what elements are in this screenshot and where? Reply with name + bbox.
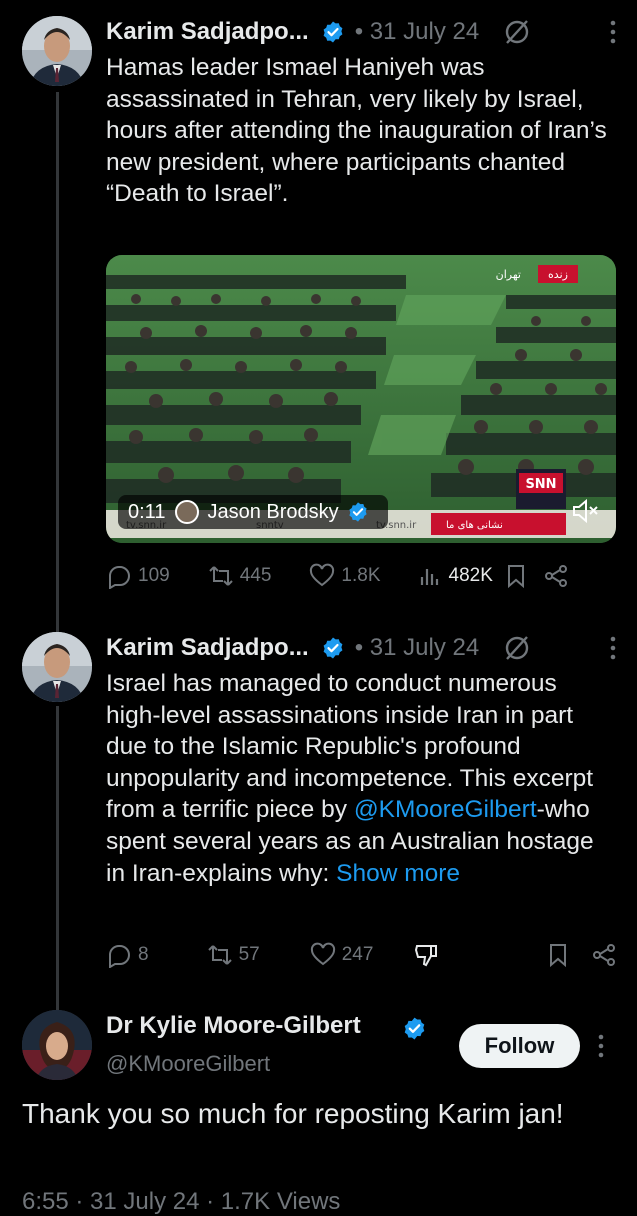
attribution-name[interactable]: Jason Brodsky (207, 501, 338, 524)
like-button[interactable]: 1.8K (309, 563, 381, 589)
repost-icon (207, 945, 232, 965)
reply-icon (109, 944, 130, 968)
verified-badge-icon (404, 1017, 425, 1040)
author-name[interactable]: Karim Sadjadpo... (106, 18, 309, 46)
bookmark-icon[interactable] (545, 942, 571, 968)
views-button[interactable]: 482K (417, 563, 493, 589)
author-handle[interactable]: @KMooreGilbert (106, 1051, 270, 1077)
verified-badge-icon (349, 502, 367, 522)
more-options-icon[interactable] (609, 19, 617, 45)
avatar[interactable] (22, 16, 92, 86)
video-time: 0:11 (128, 500, 166, 523)
tweet-actions: 109 445 1.8K 482K (106, 556, 617, 596)
more-options-icon[interactable] (609, 635, 617, 661)
more-options-icon[interactable] (597, 1033, 605, 1059)
video-player[interactable]: زنده تهران نشانی های ما tv.snn.ir snntv … (106, 255, 616, 543)
grok-icon[interactable] (503, 634, 531, 662)
lower-third-text: نشانی های ما (446, 520, 503, 531)
author-name[interactable]: Karim Sadjadpo... (106, 634, 309, 662)
avatar[interactable] (22, 632, 92, 702)
channel-logo: SNN (525, 477, 556, 492)
repost-count: 57 (238, 944, 260, 965)
mute-icon[interactable] (570, 496, 600, 526)
attribution-avatar (175, 500, 200, 524)
views-count: 482K (448, 565, 493, 586)
heart-icon (310, 563, 335, 587)
tweet-text: Hamas leader Ismael Haniyeh was assassin… (106, 54, 607, 208)
views-icon (420, 569, 438, 585)
live-tag: زنده (548, 268, 568, 281)
share-icon[interactable] (591, 942, 617, 968)
mention-link[interactable]: @KMooreGilbert (354, 796, 537, 823)
reply-button[interactable]: 8 (106, 942, 149, 968)
show-more-link[interactable]: Show more (336, 860, 460, 887)
reply-icon (109, 565, 130, 589)
repost-button[interactable]: 57 (207, 942, 260, 968)
location-tag: تهران (496, 268, 521, 281)
reply-count: 109 (138, 565, 170, 586)
tweet-footer: 6:55 · 31 July 24 · 1.7K Views (22, 1188, 341, 1215)
grok-icon[interactable] (503, 18, 531, 46)
repost-count: 445 (239, 565, 272, 586)
reply-button[interactable]: 109 (106, 563, 170, 589)
tweet-text: Thank you so much for reposting Karim ja… (22, 1098, 564, 1129)
follow-button[interactable]: Follow (459, 1024, 580, 1068)
verified-badge-icon (323, 21, 343, 43)
tweet-header: Karim Sadjadpo... • 31 July 24 (106, 630, 617, 666)
repost-button[interactable]: 445 (208, 563, 272, 589)
thread-line (56, 706, 59, 1012)
tweet-text: Israel has managed to conduct numerous h… (106, 668, 613, 889)
share-icon[interactable] (543, 563, 569, 589)
like-count: 247 (341, 944, 374, 965)
bookmark-icon[interactable] (503, 563, 529, 589)
heart-icon (310, 942, 335, 966)
author-name[interactable]: Dr Kylie Moore-Gilbert (106, 1012, 361, 1040)
tweet-header: Karim Sadjadpo... • 31 July 24 (106, 14, 617, 50)
verified-badge-icon (323, 637, 343, 659)
tweet-actions: 8 57 247 (106, 935, 617, 975)
tweet-date[interactable]: • 31 July 24 (355, 634, 479, 662)
like-button[interactable]: 247 (310, 942, 374, 968)
avatar[interactable] (22, 1010, 92, 1080)
tweet-date[interactable]: • 31 July 24 (355, 18, 479, 46)
dislike-icon[interactable] (413, 942, 439, 968)
reply-count: 8 (138, 944, 149, 965)
video-time-badge: 0:11 Jason Brodsky (118, 495, 388, 529)
like-count: 1.8K (341, 565, 381, 586)
repost-icon (208, 566, 233, 586)
thread-line (56, 92, 59, 632)
